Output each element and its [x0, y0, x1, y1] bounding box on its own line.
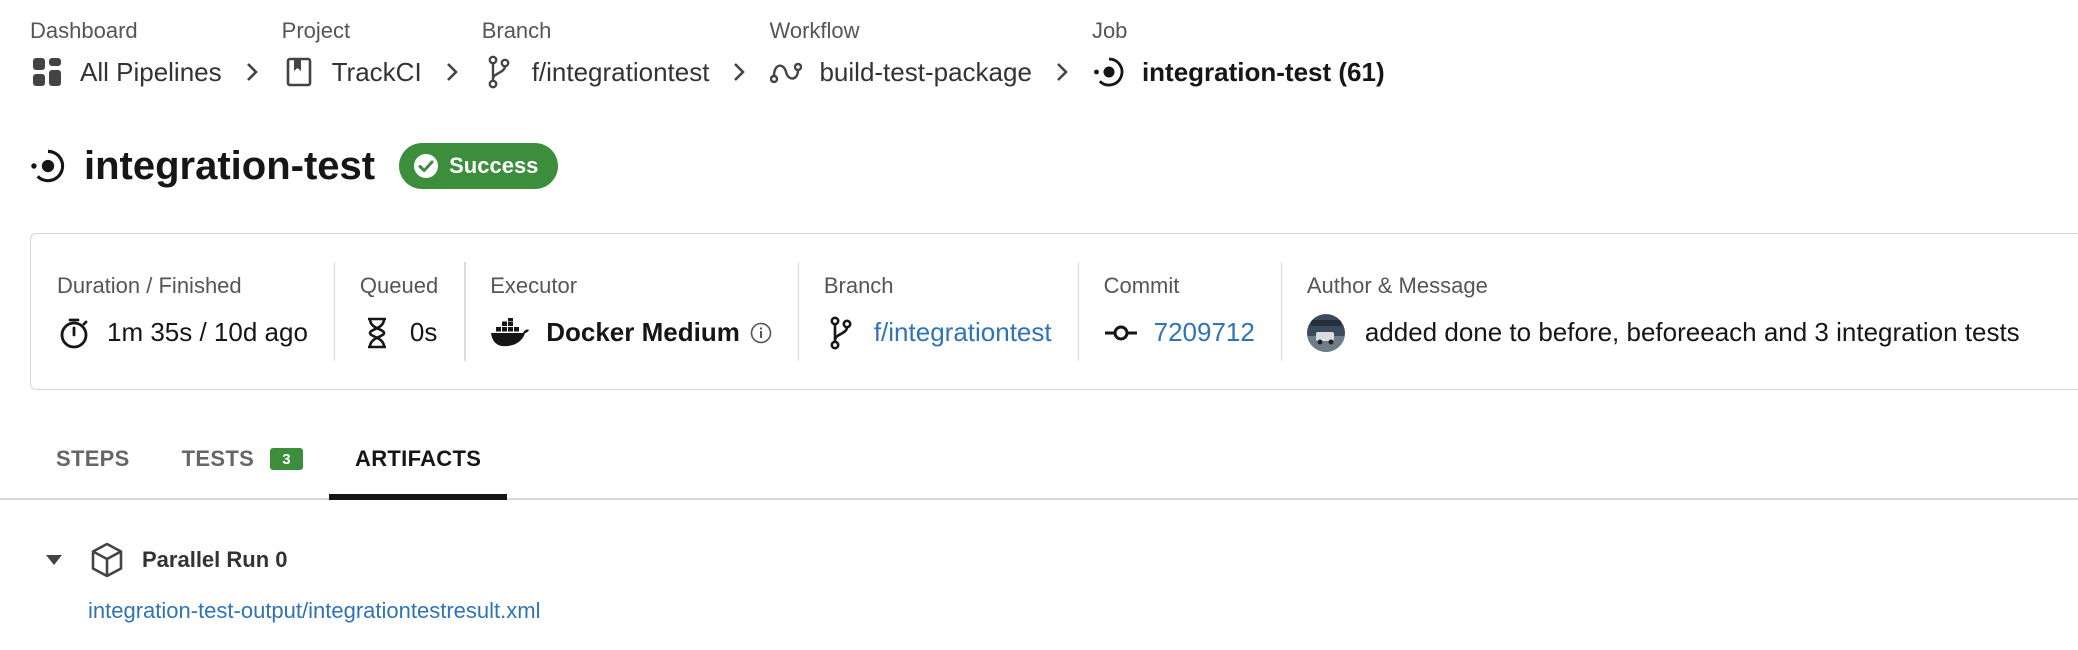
tab-steps[interactable]: STEPS	[30, 420, 156, 498]
breadcrumb-link-workflow[interactable]: build-test-package	[769, 46, 1032, 98]
status-label: Success	[449, 153, 539, 178]
info-label: Commit	[1103, 272, 1180, 298]
breadcrumb-current-job: integration-test (61)	[1092, 46, 1385, 98]
chevron-right-icon	[242, 46, 262, 98]
info-value-row: 0s	[360, 313, 438, 353]
info-value-row: 7209712	[1104, 313, 1255, 353]
duration-value: 1m 35s / 10d ago	[107, 317, 308, 347]
breadcrumb-label: integration-test (61)	[1141, 56, 1385, 87]
queued-value: 0s	[409, 317, 438, 347]
breadcrumb-caption: Workflow	[769, 18, 860, 43]
info-commit: Commit 7209712	[1077, 234, 1281, 389]
dashboard-icon	[30, 55, 64, 89]
breadcrumb-project: Project TrackCI	[282, 16, 422, 98]
avatar	[1306, 313, 1345, 352]
info-executor: Executor Docker Medium	[464, 234, 798, 389]
tab-tests[interactable]: TESTS 3	[156, 420, 329, 498]
breadcrumb-label: TrackCI	[331, 56, 422, 87]
page-title: integration-test	[84, 143, 376, 188]
info-branch: Branch f/integrationtest	[797, 234, 1078, 389]
package-icon	[88, 541, 126, 579]
info-author: Author & Message added done to before, b…	[1280, 234, 2046, 389]
workflow-icon	[769, 55, 803, 89]
hourglass-icon	[360, 316, 394, 350]
chevron-right-icon	[729, 46, 749, 98]
parallel-run-title: Parallel Run 0	[142, 547, 288, 572]
check-circle-icon	[413, 153, 439, 179]
tests-count-badge: 3	[270, 448, 304, 470]
breadcrumb-dashboard: Dashboard All Pipelines	[30, 16, 222, 98]
chevron-right-icon	[442, 46, 462, 98]
breadcrumb-link-branch[interactable]: f/integrationtest	[482, 46, 710, 98]
branch-icon	[482, 55, 516, 89]
info-label: Duration / Finished	[57, 272, 242, 298]
info-value-row: added done to before, beforeeach and 3 i…	[1306, 313, 2020, 353]
status-badge: Success	[399, 143, 559, 189]
job-info-card: Duration / Finished 1m 35s / 10d ago Que…	[30, 233, 2078, 390]
breadcrumb-label: f/integrationtest	[531, 56, 710, 87]
info-icon[interactable]	[750, 322, 772, 344]
bookmark-icon	[282, 55, 316, 89]
tab-label: STEPS	[56, 446, 130, 471]
tab-artifacts[interactable]: ARTIFACTS	[329, 420, 508, 500]
docker-icon	[490, 316, 530, 350]
branch-link[interactable]: f/integrationtest	[874, 317, 1052, 348]
info-label: Executor	[490, 272, 578, 298]
breadcrumb-caption: Project	[281, 18, 351, 43]
job-icon	[30, 148, 66, 184]
commit-message: added done to before, beforeeach and 3 i…	[1364, 317, 2020, 347]
tab-label: ARTIFACTS	[355, 446, 482, 471]
executor-value: Docker Medium	[546, 317, 740, 347]
tab-bar: STEPS TESTS 3 ARTIFACTS	[0, 420, 2078, 500]
breadcrumb-link-project[interactable]: TrackCI	[282, 46, 422, 98]
parallel-run-header[interactable]: Parallel Run 0	[40, 538, 288, 582]
info-label: Branch	[823, 272, 894, 298]
info-label: Queued	[359, 272, 439, 298]
breadcrumb-caption: Job	[1091, 18, 1128, 43]
info-value-row: f/integrationtest	[824, 313, 1052, 353]
breadcrumb-branch: Branch f/integrationtest	[481, 16, 710, 98]
page-header: integration-test Success	[30, 140, 559, 192]
breadcrumb-label: build-test-package	[819, 56, 1032, 87]
info-value-row: 1m 35s / 10d ago	[57, 313, 308, 353]
chevron-right-icon	[1052, 46, 1072, 98]
info-queued: Queued 0s	[333, 234, 464, 389]
branch-icon	[824, 315, 858, 350]
breadcrumb-caption: Dashboard	[30, 18, 138, 43]
breadcrumb: Dashboard All Pipelines Project TrackCI …	[30, 16, 1385, 98]
breadcrumb-link-dashboard[interactable]: All Pipelines	[30, 46, 222, 98]
stopwatch-icon	[57, 316, 91, 350]
caret-down-icon[interactable]	[40, 546, 68, 574]
tab-label: TESTS	[181, 446, 255, 471]
breadcrumb-job: Job integration-test (61)	[1092, 16, 1385, 98]
artifact-link[interactable]: integration-test-output/integrationtestr…	[88, 598, 540, 624]
commit-icon	[1104, 316, 1138, 350]
info-value-row: Docker Medium	[490, 313, 772, 353]
breadcrumb-caption: Branch	[481, 18, 552, 43]
info-label: Author & Message	[1306, 272, 1488, 298]
breadcrumb-label: All Pipelines	[80, 56, 222, 87]
job-page: Dashboard All Pipelines Project TrackCI …	[0, 0, 2078, 650]
commit-link[interactable]: 7209712	[1154, 317, 1255, 348]
breadcrumb-workflow: Workflow build-test-package	[769, 16, 1031, 98]
info-duration: Duration / Finished 1m 35s / 10d ago	[31, 234, 334, 389]
job-icon	[1092, 55, 1126, 89]
